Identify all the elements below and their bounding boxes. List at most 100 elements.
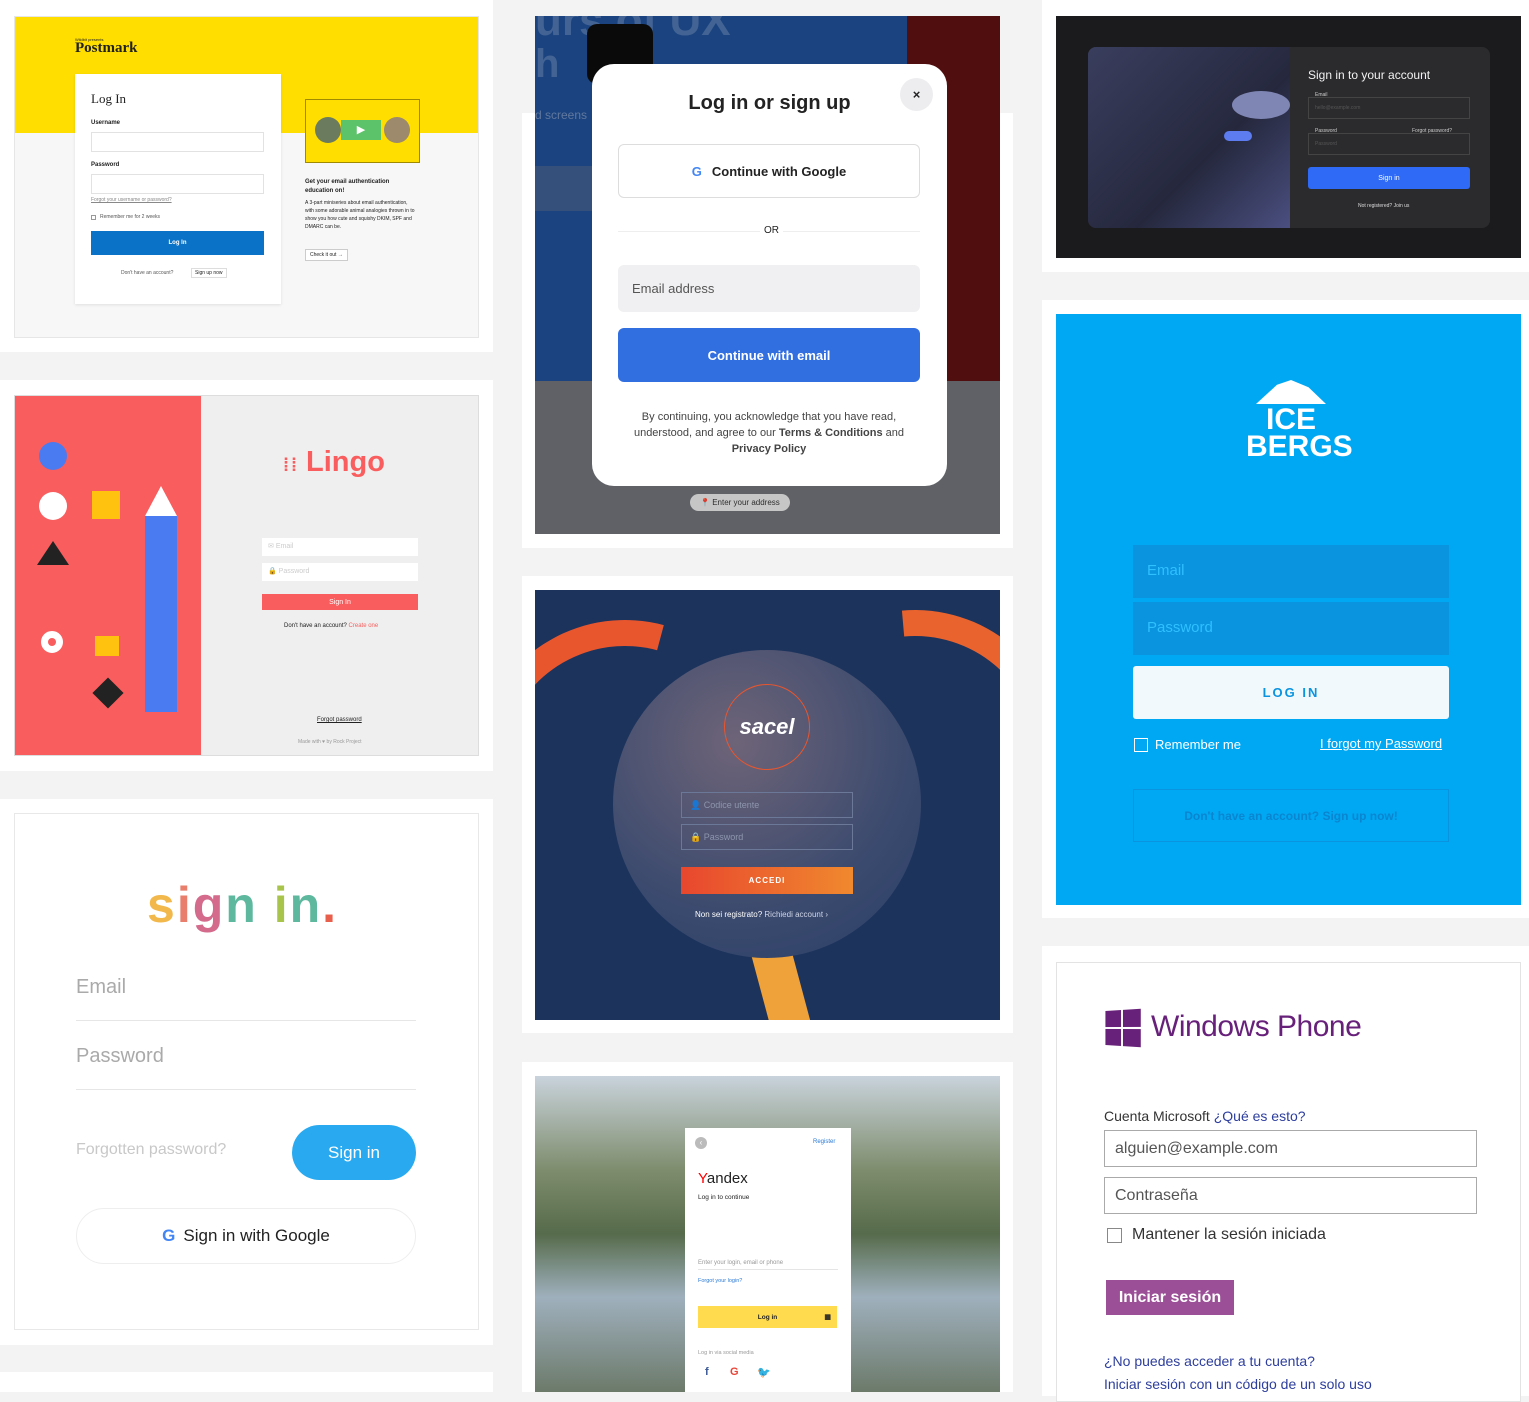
create-account-link[interactable]: Create one <box>349 623 379 629</box>
icebergs-forgot-link[interactable]: I forgot my Password <box>1320 736 1442 751</box>
icebergs-login-button[interactable]: LOG IN <box>1133 666 1449 719</box>
back-icon[interactable]: ‹ <box>695 1137 707 1149</box>
remember-checkbox[interactable] <box>91 215 96 220</box>
triangle-shape <box>37 541 69 565</box>
password-label: Password <box>91 162 120 168</box>
dark-login-panel: Sign in to your account Email hello@exam… <box>1088 47 1490 228</box>
card-icebergs: ICE BERGS Email Password LOG IN Remember… <box>1042 300 1529 918</box>
signin-button[interactable]: Sign in <box>292 1125 416 1180</box>
lingo-logo: ⁞⁞ Lingo <box>283 446 385 478</box>
cant-access-link[interactable]: ¿No puedes acceder a tu cuenta? <box>1104 1353 1315 1369</box>
card-yandex: ‹ Register Yandex Log in to continue Ent… <box>522 1062 1013 1392</box>
no-account-text: Don't have an account? <box>284 623 347 629</box>
continue-email-button[interactable]: Continue with email <box>618 328 920 382</box>
username-input[interactable] <box>91 132 264 152</box>
remember-checkbox[interactable] <box>1134 738 1148 752</box>
login-title: Log In <box>91 91 127 106</box>
card-dark: Sign in to your account Email hello@exam… <box>1042 0 1529 272</box>
dark-signin-button[interactable]: Sign in <box>1308 167 1470 189</box>
lingo-brand: Lingo <box>306 446 385 478</box>
sacel-logo: sacel <box>724 684 810 770</box>
login-button[interactable]: Log In <box>91 231 264 255</box>
sacel-login-button[interactable]: ACCEDI <box>681 867 853 894</box>
promo-button[interactable]: Check it out → <box>305 249 348 261</box>
card-partial <box>0 1372 493 1392</box>
dark-screenshot: Sign in to your account Email hello@exam… <box>1056 16 1521 258</box>
dark-password-input[interactable]: Password <box>1308 133 1470 155</box>
promo-animal-image <box>315 117 341 143</box>
lingo-footer: Made with ♥ by Rock Project <box>298 739 362 745</box>
google-signin-button[interactable]: G Sign in with Google <box>76 1208 416 1264</box>
single-use-code-link[interactable]: Iniciar sesión con un código de un solo … <box>1104 1376 1372 1392</box>
windows-signin-button[interactable]: Iniciar sesión <box>1106 1280 1234 1315</box>
join-link[interactable]: Join us <box>1394 203 1410 209</box>
forgot-link[interactable]: Forgot your username or password? <box>91 197 172 203</box>
account-label: Cuenta Microsoft ¿Qué es esto? <box>1104 1108 1306 1124</box>
signin-email-input[interactable]: Email <box>76 976 126 999</box>
windows-password-input[interactable]: Contraseña <box>1104 1177 1477 1214</box>
yandex-forgot-link[interactable]: Forgot your login? <box>698 1278 742 1284</box>
remember-label: Remember me <box>1155 737 1241 752</box>
icebergs-logo: ICE BERGS <box>1246 403 1353 463</box>
sacel-screenshot: sacel 👤 Codice utente 🔒 Password ACCEDI … <box>535 590 1000 1020</box>
signup-button[interactable]: Sign up now <box>191 268 227 278</box>
icebergs-screenshot: ICE BERGS Email Password LOG IN Remember… <box>1056 314 1521 905</box>
windows-logo-icon <box>1105 1008 1141 1048</box>
icebergs-email-input[interactable]: Email <box>1133 545 1449 598</box>
what-is-this-link[interactable]: ¿Qué es esto? <box>1214 1108 1306 1124</box>
icebergs-signup-button[interactable]: Don't have an account? Sign up now! <box>1133 789 1449 842</box>
qr-icon: ▦ <box>824 1314 831 1321</box>
remember-label: Remember me for 2 weeks <box>100 214 161 220</box>
play-icon[interactable]: ▶ <box>341 120 381 140</box>
google-label: Continue with Google <box>711 163 847 179</box>
twitter-icon[interactable]: 🐦 <box>757 1366 771 1379</box>
facebook-icon[interactable]: f <box>705 1366 709 1378</box>
sacel-password-input[interactable]: 🔒 Password <box>681 824 853 850</box>
yandex-login-button[interactable]: Log in ▦ <box>698 1306 837 1328</box>
windows-email-input[interactable]: alguien@example.com <box>1104 1130 1477 1167</box>
continue-google-button[interactable]: G Continue with Google <box>618 144 920 198</box>
privacy-link[interactable]: Privacy Policy <box>732 443 807 455</box>
card-postmark: Wildbit presents Postmark Log In Usernam… <box>0 0 493 352</box>
email-placeholder: Email <box>275 543 294 550</box>
username-label: Username <box>91 120 121 126</box>
yandex-subtitle: Log in to continue <box>698 1194 750 1201</box>
pencil-tip-shape <box>145 486 177 516</box>
password-input[interactable] <box>91 174 264 194</box>
user-code-input[interactable]: 👤 Codice utente <box>681 792 853 818</box>
request-account-link[interactable]: Richiedi account › <box>764 910 828 919</box>
house-shape <box>95 636 119 656</box>
promo-video[interactable]: ▶ <box>305 99 420 163</box>
google-icon: G <box>162 1226 176 1245</box>
dark-email-input[interactable]: hello@example.com <box>1308 97 1470 119</box>
lingo-forgot-link[interactable]: Forgot password <box>317 717 362 723</box>
divider <box>76 1089 416 1090</box>
pencil-shape <box>145 516 177 712</box>
illustration-pill <box>1224 131 1252 141</box>
signin-title: sign in. <box>147 877 339 933</box>
terms-link[interactable]: Terms & Conditions <box>779 427 883 439</box>
windows-brand: Windows Phone <box>1151 1010 1362 1043</box>
signin-forgot-link[interactable]: Forgotten password? <box>76 1141 226 1159</box>
or-separator: OR <box>760 225 783 236</box>
square-shape <box>92 491 120 519</box>
register-link[interactable]: Register <box>813 1139 835 1145</box>
mountain-icon <box>1256 380 1326 404</box>
keep-signed-in-checkbox[interactable] <box>1107 1228 1122 1243</box>
google-signin-label: Sign in with Google <box>183 1226 330 1245</box>
yandex-logo: Yandex <box>698 1170 748 1187</box>
icebergs-password-input[interactable]: Password <box>1133 602 1449 655</box>
lingo-signin-button[interactable]: Sign In <box>262 594 418 610</box>
lingo-email-input[interactable]: ✉ Email <box>262 538 418 556</box>
divider <box>76 1020 416 1021</box>
promo-text: A 3-part miniseries about email authenti… <box>305 200 415 230</box>
card-sacel: sacel 👤 Codice utente 🔒 Password ACCEDI … <box>522 576 1013 1033</box>
legal-text: By continuing, you acknowledge that you … <box>633 411 905 455</box>
yandex-login-input[interactable]: Enter your login, email or phone <box>698 1260 838 1270</box>
email-input[interactable]: Email address <box>618 265 920 312</box>
modal-title: Log in or sign up <box>688 92 851 114</box>
signin-password-input[interactable]: Password <box>76 1045 164 1068</box>
diamond-shape <box>92 677 124 709</box>
lingo-password-input[interactable]: 🔒 Password <box>262 563 418 581</box>
google-icon[interactable]: G <box>730 1366 739 1378</box>
